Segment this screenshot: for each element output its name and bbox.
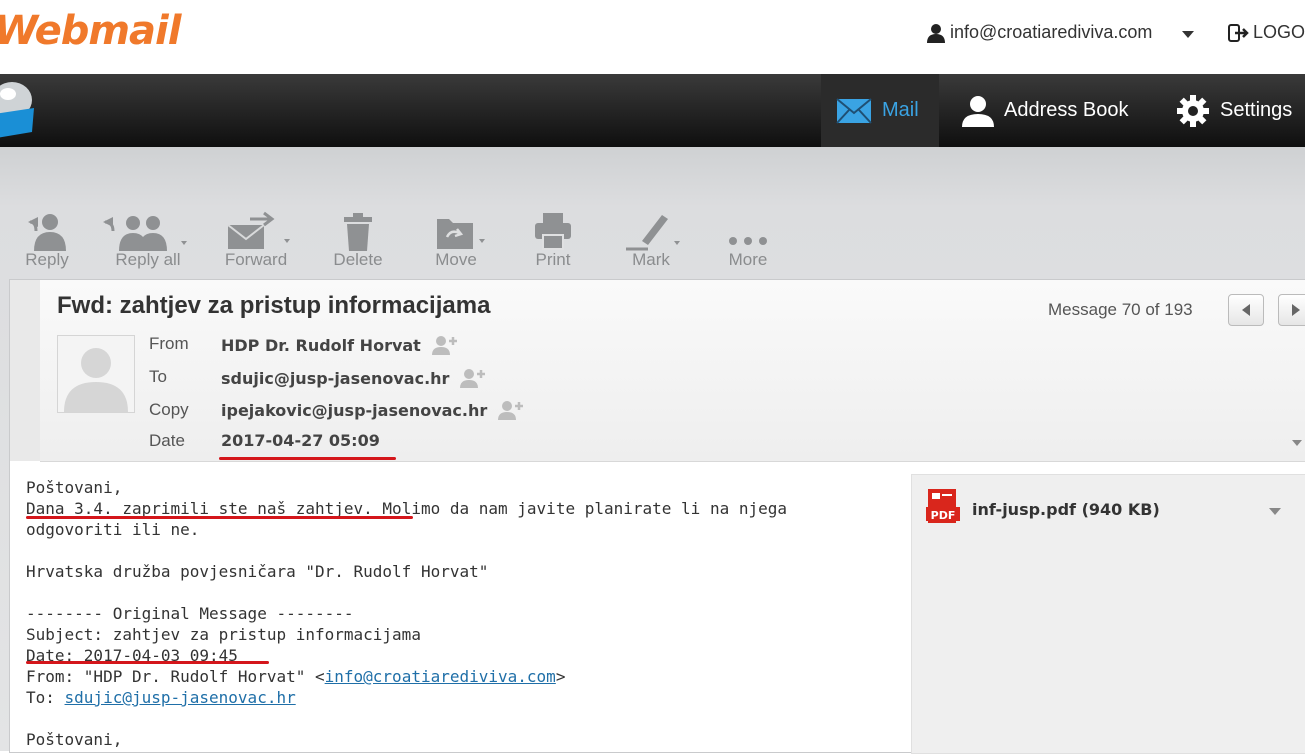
app-logo-icon (0, 82, 34, 138)
add-contact-icon[interactable] (497, 400, 525, 420)
email-link[interactable]: sdujic@jusp-jasenovac.hr (65, 688, 296, 707)
envelope-icon (836, 97, 872, 124)
body-line: Poštovani, (26, 478, 123, 497)
svg-text:PDF: PDF (931, 509, 956, 522)
copy-value: ipejakovic@jusp-jasenovac.hr (221, 400, 488, 420)
pdf-file-icon: PDF (926, 489, 960, 523)
body-line: . Molimo da nam javite planirate li na n… (363, 499, 787, 518)
logout-icon (1228, 23, 1249, 42)
main-navigation: Mail Address Book Settings (0, 74, 1305, 147)
reply-icon (28, 214, 66, 251)
forward-button[interactable]: Forward (216, 205, 296, 270)
reply-all-button[interactable]: Reply all (102, 205, 194, 270)
chevron-down-icon[interactable] (1182, 31, 1194, 38)
move-label: Move (435, 250, 477, 269)
print-label: Print (535, 250, 571, 269)
more-dots-icon (729, 237, 767, 245)
attachment-list: PDF inf-jusp.pdf (940 KB) (911, 474, 1305, 754)
message-counter: Message 70 of 193 (1048, 300, 1193, 319)
date-value: 2017-04-27 05:09 (221, 431, 380, 450)
add-contact-icon[interactable] (431, 335, 459, 355)
tab-mail[interactable]: Mail (821, 74, 939, 147)
printer-icon (535, 213, 571, 250)
body-line: odgovoriti ili ne. (26, 520, 200, 539)
chevron-left-icon (1242, 304, 1250, 316)
message-panel: Fwd: zahtjev za pristup informacijama Me… (9, 279, 1305, 754)
print-button[interactable]: Print (513, 205, 593, 270)
chevron-down-icon[interactable] (1292, 440, 1302, 446)
forward-icon (227, 211, 290, 249)
previous-message-button[interactable] (1228, 294, 1264, 326)
logout-button[interactable]: LOGO (1228, 22, 1305, 43)
from-field[interactable]: HDP Dr. Rudolf Horvat (221, 335, 459, 355)
chevron-right-icon (1292, 304, 1300, 316)
body-line: Poštovani, (26, 730, 123, 749)
email-link[interactable]: info@croatiarediviva.com (325, 667, 556, 686)
reply-all-icon (103, 216, 187, 251)
body-line: To: (26, 688, 65, 707)
body-annotation-underline (26, 516, 413, 519)
body-line: From: "HDP Dr. Rudolf Horvat" < (26, 667, 325, 686)
message-header: Fwd: zahtjev za pristup informacijama Me… (40, 280, 1305, 462)
date-annotation-underline (219, 457, 396, 460)
tab-address-book-label: Address Book (1004, 99, 1129, 121)
top-header: Webmail info@croatiarediviva.com LOGO (0, 0, 1305, 74)
from-label: From (149, 334, 189, 353)
original-date-annotation-underline (26, 661, 269, 664)
sender-avatar (57, 335, 135, 413)
forward-label: Forward (224, 250, 288, 269)
delete-label: Delete (333, 250, 383, 269)
add-contact-icon[interactable] (459, 368, 487, 388)
trash-icon (344, 213, 372, 251)
mark-label: Mark (632, 250, 670, 269)
to-field[interactable]: sdujic@jusp-jasenovac.hr (221, 368, 487, 388)
copy-field[interactable]: ipejakovic@jusp-jasenovac.hr (221, 400, 525, 420)
marker-icon (626, 215, 680, 251)
tab-mail-label: Mail (882, 99, 919, 121)
body-line: Subject: zahtjev za pristup informacijam… (26, 625, 421, 644)
attachment-name: inf-jusp.pdf (940 KB) (972, 500, 1160, 519)
body-line: -------- Original Message -------- (26, 604, 354, 623)
person-silhouette-icon (64, 348, 128, 412)
tab-settings-label: Settings (1220, 99, 1293, 121)
delete-button[interactable]: Delete (318, 205, 398, 270)
reply-all-label: Reply all (115, 250, 181, 269)
message-subject: Fwd: zahtjev za pristup informacijama (57, 292, 491, 319)
reply-button[interactable]: Reply (7, 205, 87, 270)
to-label: To (149, 367, 167, 386)
logout-label: LOGO (1253, 22, 1305, 42)
to-value: sdujic@jusp-jasenovac.hr (221, 368, 450, 388)
header-side-strip (10, 280, 41, 461)
copy-label: Copy (149, 400, 189, 419)
attachment-item[interactable]: PDF inf-jusp.pdf (940 KB) (912, 475, 1305, 535)
tab-settings[interactable]: Settings (1176, 74, 1292, 147)
reply-label: Reply (25, 250, 69, 269)
mark-button[interactable]: Mark (611, 205, 691, 270)
folder-icon (437, 219, 485, 249)
more-label: More (728, 250, 768, 269)
contact-icon (962, 95, 994, 127)
from-value: HDP Dr. Rudolf Horvat (221, 335, 421, 355)
tab-address-book[interactable]: Address Book (962, 74, 1129, 147)
user-menu[interactable]: info@croatiarediviva.com (926, 22, 1152, 43)
webmail-logo: Webmail (0, 8, 181, 54)
user-email: info@croatiarediviva.com (950, 22, 1153, 42)
body-line: > (555, 667, 566, 686)
date-label: Date (149, 431, 185, 450)
move-button[interactable]: Move (416, 205, 496, 270)
user-icon (927, 23, 945, 43)
more-button[interactable]: More (708, 205, 788, 270)
gear-icon (1177, 94, 1209, 127)
chevron-down-icon[interactable] (1269, 508, 1281, 515)
next-message-button[interactable] (1278, 294, 1305, 326)
body-line: Hrvatska družba povjesničara "Dr. Rudolf… (26, 562, 489, 581)
